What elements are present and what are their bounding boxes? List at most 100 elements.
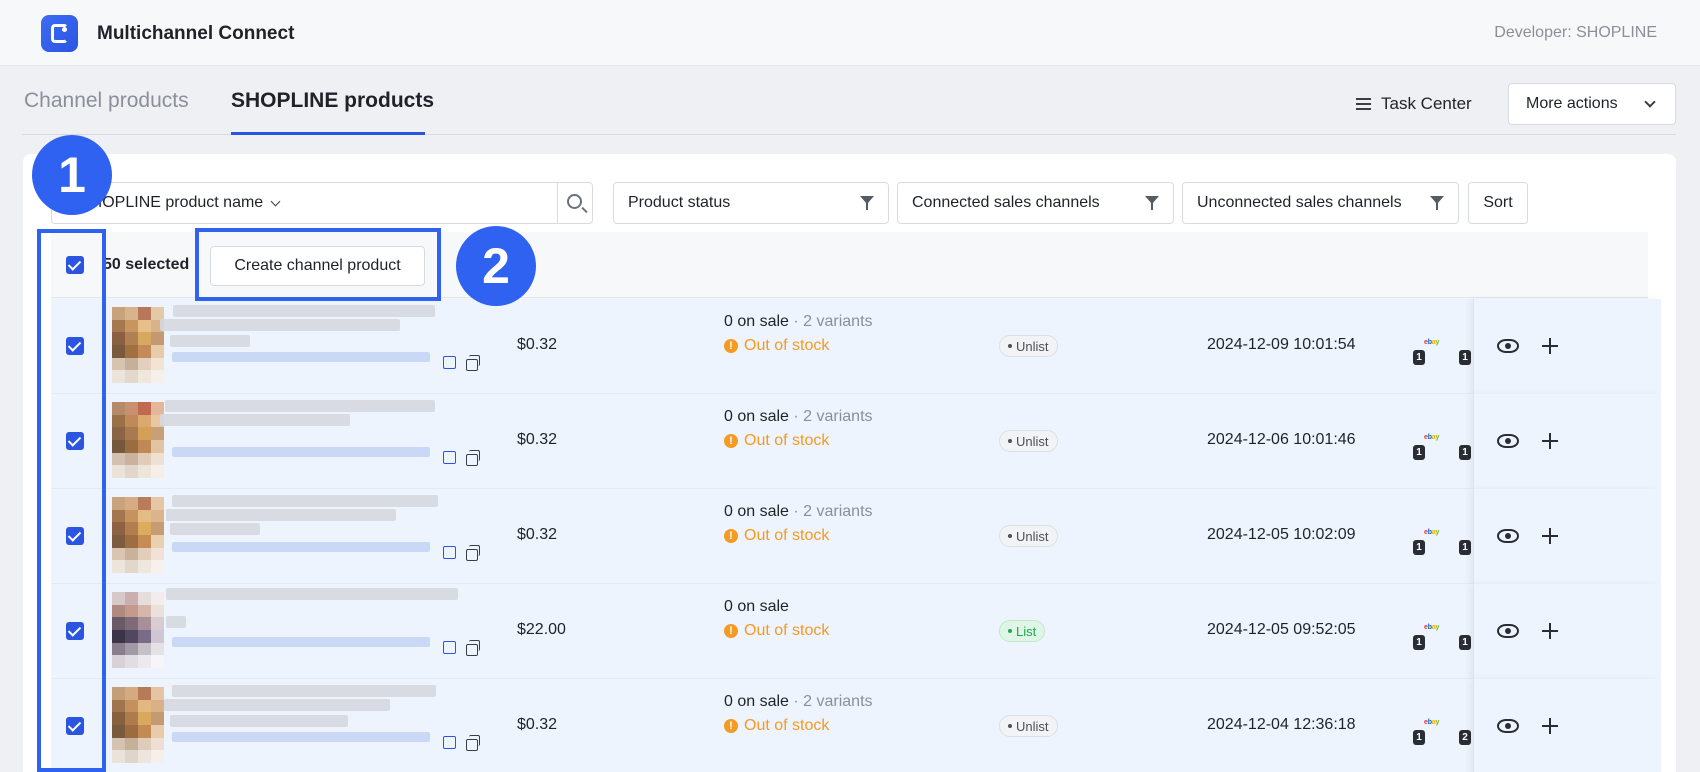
on-sale-count: 0 on sale [724, 598, 789, 615]
developer-label: Developer: SHOPLINE [1494, 24, 1657, 41]
product-price: $0.32 [517, 431, 558, 448]
view-icon[interactable] [1497, 339, 1519, 353]
connected-channels-filter[interactable]: Connected sales channels [897, 182, 1174, 224]
status-badge: Unlist [999, 335, 1058, 357]
channel-count-badge: 1 [1459, 635, 1471, 650]
copy-icon[interactable] [466, 640, 480, 656]
copy-icon[interactable] [466, 735, 480, 751]
product-name-redacted[interactable] [165, 400, 435, 412]
product-name-redacted[interactable] [160, 414, 350, 426]
tab-shopline-products[interactable]: SHOPLINE products [231, 89, 434, 113]
create-button-highlight [195, 228, 441, 301]
channel-count-badge: 1 [1413, 730, 1425, 745]
product-price: $0.32 [517, 336, 558, 353]
status-label: List [1016, 623, 1037, 639]
product-name-redacted[interactable] [160, 319, 400, 331]
warning-icon: ! [724, 434, 738, 448]
on-sale-count: 0 on sale [724, 313, 789, 330]
product-name-redacted[interactable] [172, 685, 436, 697]
add-icon[interactable] [1542, 338, 1558, 354]
product-name-redacted[interactable] [166, 509, 396, 521]
product-link-redacted[interactable] [172, 542, 430, 552]
product-name-redacted[interactable] [170, 715, 348, 727]
external-link-icon[interactable] [443, 641, 456, 654]
search-button[interactable] [557, 182, 593, 224]
product-thumbnail[interactable] [112, 307, 164, 383]
on-sale-info: 0 on sale [724, 598, 789, 616]
more-actions-label: More actions [1526, 95, 1618, 112]
product-name-redacted[interactable] [166, 616, 186, 628]
task-center-button[interactable]: Task Center [1356, 92, 1472, 116]
external-link-icon[interactable] [443, 356, 456, 369]
warning-icon: ! [724, 624, 738, 638]
status-label: Unlist [1016, 528, 1049, 544]
product-link-redacted[interactable] [172, 447, 430, 457]
product-thumbnail[interactable] [112, 592, 164, 668]
product-link-redacted[interactable] [172, 637, 430, 647]
copy-icon[interactable] [466, 450, 480, 466]
stock-label: Out of stock [744, 337, 830, 354]
status-badge: Unlist [999, 715, 1058, 737]
channel-count-badge: 1 [1413, 350, 1425, 365]
add-icon[interactable] [1542, 528, 1558, 544]
tab-channel-products[interactable]: Channel products [24, 89, 189, 113]
product-link-redacted[interactable] [172, 352, 430, 362]
updated-date: 2024-12-05 09:52:05 [1207, 621, 1356, 638]
product-name-redacted[interactable] [164, 699, 390, 711]
search-icon [567, 194, 582, 209]
unconnected-channels-filter[interactable]: Unconnected sales channels [1182, 182, 1459, 224]
warning-icon: ! [724, 719, 738, 733]
product-link-redacted[interactable] [172, 732, 430, 742]
variants-count: · 2 variants [788, 408, 873, 425]
stock-label: Out of stock [744, 622, 830, 639]
status-dot [1008, 439, 1012, 443]
search-input[interactable] [284, 182, 558, 224]
channel-count-badge: 1 [1459, 445, 1471, 460]
copy-icon[interactable] [466, 545, 480, 561]
product-name-redacted[interactable] [173, 305, 435, 317]
ebay-logo-icon: ebay [1424, 529, 1440, 536]
stock-status: ! Out of stock [724, 717, 829, 735]
status-dot [1008, 629, 1012, 633]
filter-icon [860, 196, 874, 211]
ebay-logo-icon: ebay [1424, 624, 1440, 631]
view-icon[interactable] [1497, 719, 1519, 733]
external-link-icon[interactable] [443, 736, 456, 749]
on-sale-info: 0 on sale · 2 variants [724, 693, 873, 711]
product-name-redacted[interactable] [166, 588, 458, 600]
product-status-filter[interactable]: Product status [613, 182, 889, 224]
view-icon[interactable] [1497, 434, 1519, 448]
product-name-redacted[interactable] [170, 335, 250, 347]
stock-label: Out of stock [744, 432, 830, 449]
sort-button[interactable]: Sort [1468, 182, 1528, 224]
product-price: $0.32 [517, 526, 558, 543]
warning-icon: ! [724, 339, 738, 353]
unconnected-channels-label: Unconnected sales channels [1197, 194, 1402, 211]
chevron-down-icon [270, 196, 281, 206]
product-thumbnail[interactable] [112, 687, 164, 763]
product-name-redacted[interactable] [172, 495, 438, 507]
add-icon[interactable] [1542, 623, 1558, 639]
view-icon[interactable] [1497, 624, 1519, 638]
chevron-down-icon [1644, 96, 1656, 108]
add-icon[interactable] [1542, 433, 1558, 449]
external-link-icon[interactable] [443, 546, 456, 559]
product-thumbnail[interactable] [112, 402, 164, 478]
product-thumbnail[interactable] [112, 497, 164, 573]
filter-icon [1430, 196, 1444, 211]
add-icon[interactable] [1542, 718, 1558, 734]
external-link-icon[interactable] [443, 451, 456, 464]
channel-count-badge: 2 [1459, 730, 1471, 745]
product-price: $0.32 [517, 716, 558, 733]
status-dot [1008, 534, 1012, 538]
filter-icon [1145, 196, 1159, 211]
more-actions-button[interactable]: More actions [1508, 83, 1676, 125]
variants-count: · 2 variants [788, 313, 873, 330]
status-badge: Unlist [999, 430, 1058, 452]
channel-count-badge: 1 [1413, 445, 1425, 460]
view-icon[interactable] [1497, 529, 1519, 543]
on-sale-info: 0 on sale · 2 variants [724, 503, 873, 521]
channel-count-badge: 1 [1413, 635, 1425, 650]
product-name-redacted[interactable] [170, 523, 260, 535]
copy-icon[interactable] [466, 355, 480, 371]
